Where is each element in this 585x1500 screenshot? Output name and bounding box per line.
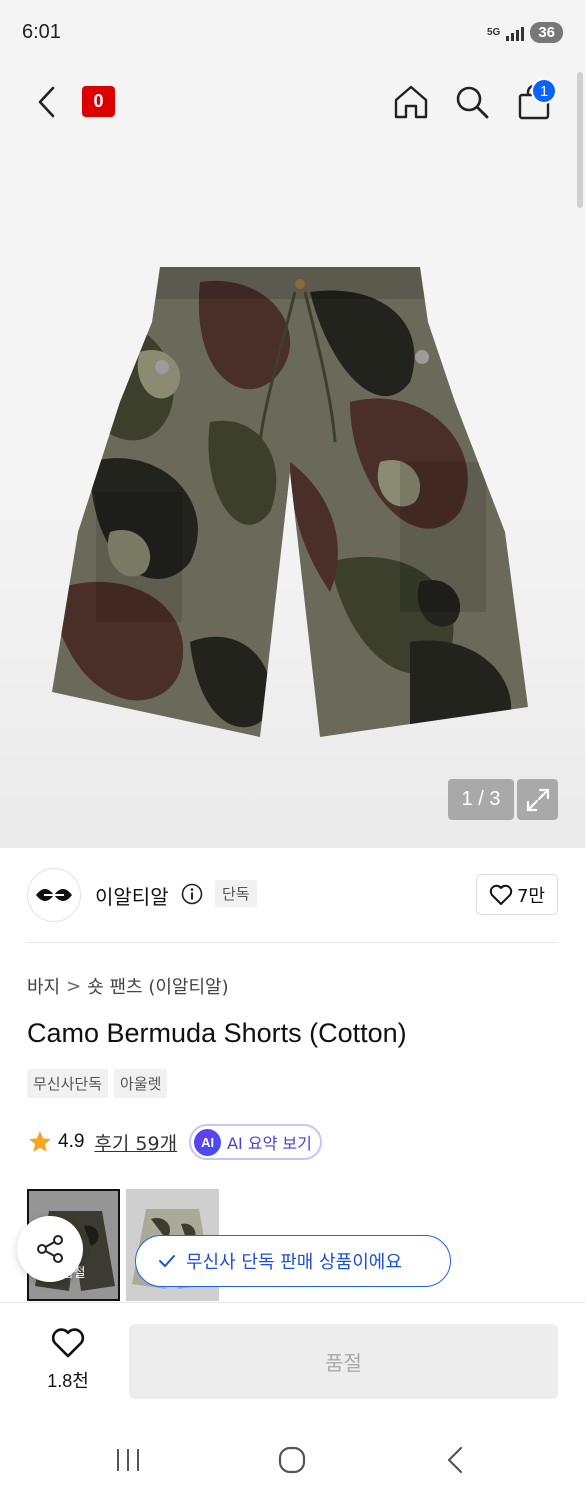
cart-count-badge: 1 bbox=[531, 78, 557, 104]
status-icons: 5G 36 bbox=[487, 22, 563, 43]
signal-icon bbox=[506, 25, 525, 41]
recent-apps-button[interactable] bbox=[112, 1444, 144, 1476]
home-system-button[interactable] bbox=[275, 1444, 309, 1476]
heart-icon bbox=[489, 884, 513, 905]
product-title: Camo Bermuda Shorts (Cotton) bbox=[27, 1018, 407, 1048]
system-nav-bar bbox=[0, 1420, 585, 1500]
review-link[interactable]: 후기 59개 bbox=[94, 1129, 177, 1156]
search-icon bbox=[456, 86, 489, 119]
wishlist-count: 1.8천 bbox=[47, 1371, 89, 1391]
product-tags: 무신사단독 아울렛 bbox=[27, 1069, 168, 1098]
breadcrumb-separator: > bbox=[66, 975, 82, 997]
exclusive-tag: 단독 bbox=[215, 880, 257, 907]
recent-apps-icon bbox=[117, 1449, 139, 1471]
status-bar: 6:01 5G 36 bbox=[0, 0, 585, 68]
rating-value: 4.9 bbox=[58, 1131, 85, 1152]
brand-logo-icon bbox=[36, 888, 72, 902]
image-counter: 1 / 3 bbox=[448, 779, 514, 820]
battery-indicator: 36 bbox=[530, 22, 563, 43]
expand-image-button[interactable] bbox=[517, 779, 558, 820]
system-back-button[interactable] bbox=[440, 1444, 470, 1476]
notification-badge[interactable]: 0 bbox=[82, 86, 115, 117]
breadcrumb: 바지 > 숏 팬츠 (이알티알) bbox=[27, 973, 229, 999]
wishlist-button[interactable]: 1.8천 bbox=[28, 1327, 108, 1393]
breadcrumb-subcategory[interactable]: 숏 팬츠 (이알티알) bbox=[87, 973, 228, 999]
rating-row: 4.9 후기 59개 AI AI 요약 보기 bbox=[27, 1124, 322, 1160]
info-icon[interactable] bbox=[181, 883, 203, 905]
exclusive-toast: 무신사 단독 판매 상품이에요 bbox=[135, 1235, 451, 1287]
bottom-bar: 1.8천 품절 bbox=[0, 1302, 585, 1420]
brand-row: 이알티알 단독 7만 bbox=[27, 868, 558, 922]
soldout-button[interactable]: 품절 bbox=[129, 1324, 558, 1399]
brand-logo[interactable] bbox=[27, 868, 81, 922]
back-arrow-icon bbox=[447, 1446, 463, 1474]
breadcrumb-category[interactable]: 바지 bbox=[27, 973, 60, 999]
brand-like-button[interactable]: 7만 bbox=[476, 874, 558, 915]
status-time: 6:01 bbox=[22, 21, 61, 43]
ai-summary-button[interactable]: AI AI 요약 보기 bbox=[189, 1124, 322, 1160]
search-button[interactable] bbox=[452, 82, 492, 122]
tag-outlet: 아울렛 bbox=[114, 1069, 168, 1098]
brand-name[interactable]: 이알티알 bbox=[95, 881, 169, 910]
ai-icon: AI bbox=[194, 1128, 222, 1156]
star-icon bbox=[29, 1131, 51, 1152]
share-button[interactable] bbox=[17, 1216, 83, 1282]
expand-icon bbox=[526, 788, 549, 811]
back-button[interactable] bbox=[27, 82, 67, 122]
home-circle-icon bbox=[278, 1446, 306, 1474]
check-icon bbox=[159, 1255, 175, 1267]
heart-icon bbox=[51, 1328, 85, 1358]
home-button[interactable] bbox=[391, 82, 431, 122]
share-icon bbox=[37, 1235, 63, 1263]
ai-summary-label: AI 요약 보기 bbox=[227, 1134, 312, 1153]
brand-like-count: 7만 bbox=[516, 885, 545, 907]
network-indicator: 5G bbox=[486, 26, 501, 38]
home-icon bbox=[394, 85, 428, 119]
product-image[interactable] bbox=[50, 262, 530, 742]
chevron-left-icon bbox=[38, 86, 55, 118]
divider bbox=[27, 942, 558, 943]
toast-message: 무신사 단독 판매 상품이에요 bbox=[186, 1252, 402, 1273]
tag-musinsa-exclusive: 무신사단독 bbox=[27, 1069, 109, 1098]
